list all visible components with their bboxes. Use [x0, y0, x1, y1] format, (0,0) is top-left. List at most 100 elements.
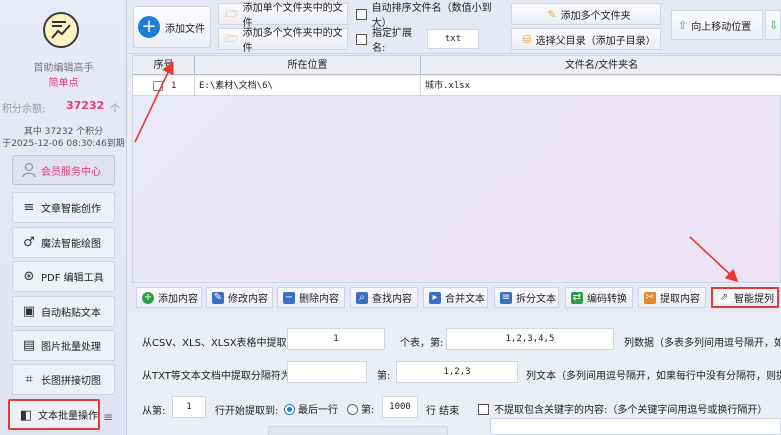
- checkbox[interactable]: [356, 33, 367, 45]
- specify-ext-label: 指定扩展名:: [371, 28, 412, 54]
- radio-unselected[interactable]: [347, 404, 358, 415]
- sidebar-item-text-batch[interactable]: ◧ 文本批量操作: [8, 399, 100, 430]
- folder-icon: 🗁: [225, 31, 239, 45]
- last-row-radio[interactable]: 最后一行: [284, 401, 338, 416]
- member-service-label: 会员服务中心: [41, 166, 101, 178]
- smart-extract-label: 智能提列: [734, 294, 774, 305]
- convert-icon: ⇄: [571, 291, 583, 304]
- txt-columns-hint: 列文本（多列间用逗号隔开，如果每行中没有分隔符，则提取所: [526, 371, 781, 382]
- add-file-button[interactable]: + 添加文件: [133, 6, 211, 48]
- checkbox[interactable]: [478, 404, 489, 415]
- text-batch-icon: ◧: [19, 408, 33, 423]
- encoding-convert-label: 编码转换: [587, 294, 627, 305]
- select-parent-label: 选择父目录（添加子目录）: [535, 35, 656, 47]
- specify-ext-checkbox[interactable]: 指定扩展名:: [350, 28, 425, 54]
- txt-columns-prefix: 第:: [377, 371, 391, 382]
- sidebar-item-pdf[interactable]: ⊛ PDF 编辑工具: [12, 261, 115, 292]
- nth-row-radio[interactable]: 第:: [347, 401, 374, 416]
- select-parent-button[interactable]: ⛁ 选择父目录（添加子目录）: [511, 28, 661, 50]
- find-content-label: 查找内容: [372, 294, 412, 305]
- add-multi-folder-label: 添加多个文件夹中的文件: [242, 28, 343, 54]
- find-content-button[interactable]: ⌕ 查找内容: [350, 287, 418, 308]
- add-multi-folders-button[interactable]: ✎ 添加多个文件夹: [511, 3, 661, 25]
- csv-columns-hint: 列数据（多表多列间用逗号隔开，如:: [624, 338, 781, 349]
- collapse-menu-icon[interactable]: ≡: [103, 410, 113, 424]
- credit-expiry: 于2025-12-06 08:30:46到期: [2, 139, 125, 149]
- smart-extract-button[interactable]: ⇗ 智能提列: [711, 287, 779, 308]
- add-multi-folders-label: 添加多个文件夹: [560, 10, 631, 22]
- sidebar: 首助编辑高手 简单点 积分余额: 37232 个 其中 37232 个积分 于2…: [0, 0, 127, 435]
- file-table: 序号 所在位置 文件名/文件夹名 1 E:\素材\文档\6\ 城市.xlsx: [132, 55, 781, 283]
- row-checkbox[interactable]: [153, 81, 163, 91]
- extract-content-button[interactable]: ✂ 提取内容: [638, 287, 706, 308]
- split-text-button[interactable]: ≡ 拆分文本: [494, 287, 559, 308]
- extension-input[interactable]: txt: [427, 29, 479, 49]
- folder-icon: 🗁: [225, 6, 239, 20]
- edit-icon: ✎: [212, 291, 224, 304]
- add-multi-folder-button[interactable]: 🗁 添加多个文件夹中的文件: [218, 28, 348, 54]
- txt-extract-label: 从TXT等文本文档中提取分隔符为:: [142, 371, 295, 382]
- end-row-input[interactable]: 1000: [382, 396, 418, 418]
- exclude-keywords-checkbox[interactable]: 不提取包含关键字的内容:（多个关键字间用逗号或换行隔开）: [478, 401, 767, 416]
- paste-icon: ▣: [22, 304, 36, 319]
- toolbar: + 添加文件 🗁 添加单个文件夹中的文件 🗁 添加多个文件夹中的文件 自动排序文…: [128, 0, 781, 54]
- table-row[interactable]: 1 E:\素材\文档\6\ 城市.xlsx: [133, 76, 781, 96]
- sidebar-item-drawing[interactable]: ♂ 魔法智能绘图: [12, 227, 115, 258]
- add-single-folder-button[interactable]: 🗁 添加单个文件夹中的文件: [218, 3, 348, 29]
- app-name: 首助编辑高手: [33, 63, 94, 74]
- merge-text-label: 合并文本: [445, 294, 485, 305]
- member-service-button[interactable]: 会员服务中心: [12, 155, 115, 185]
- extract-content-label: 提取内容: [660, 294, 700, 305]
- sidebar-item-article[interactable]: ≡ 文章智能创作: [12, 192, 115, 223]
- credit-unit: 个: [110, 104, 120, 115]
- cell-name: 城市.xlsx: [425, 81, 471, 91]
- add-content-label: 添加内容: [158, 294, 198, 305]
- start-row-label: 从第:: [142, 406, 166, 417]
- sidebar-item-label: 图片批量处理: [41, 342, 101, 353]
- app-logo-icon: [43, 12, 79, 48]
- csv-extract-label: 从CSV、XLS、XLSX表格中提取第:: [142, 338, 300, 349]
- encoding-convert-button[interactable]: ⇄ 编码转换: [565, 287, 633, 308]
- plus-icon: +: [138, 16, 160, 38]
- separator-input[interactable]: [287, 361, 367, 383]
- move-up-label: 向上移动位置: [691, 21, 752, 33]
- merge-icon: ▸: [429, 291, 441, 304]
- sidebar-item-image[interactable]: ▤ 图片批量处理: [12, 330, 115, 361]
- keywords-textarea[interactable]: [490, 418, 781, 435]
- table-header: 序号 所在位置 文件名/文件夹名: [133, 56, 781, 75]
- sidebar-item-paste[interactable]: ▣ 自动粘贴文本: [12, 296, 115, 327]
- radio-selected[interactable]: [284, 404, 295, 415]
- sheet-suffix-label: 个表，第:: [400, 338, 444, 349]
- column-header-name[interactable]: 文件名/文件夹名: [421, 56, 781, 75]
- sidebar-item-label: 文章智能创作: [41, 204, 101, 215]
- split-icon: ≡: [500, 291, 512, 304]
- add-icon: +: [142, 291, 154, 304]
- auto-sort-checkbox[interactable]: 自动排序文件名（数值小到大）: [350, 3, 505, 29]
- column-header-location[interactable]: 所在位置: [195, 56, 421, 75]
- txt-columns-input[interactable]: 1,2,3: [396, 361, 518, 383]
- move-up-button[interactable]: ⇧ 向上移动位置: [671, 10, 763, 40]
- start-row-input[interactable]: 1: [172, 396, 206, 418]
- app-edition: 简单点: [48, 78, 79, 89]
- credit-label: 积分余额:: [2, 104, 46, 115]
- sheet-index-input[interactable]: 1: [287, 328, 385, 350]
- sidebar-item-label: 自动粘贴文本: [41, 308, 101, 319]
- sidebar-item-stitch[interactable]: ⌗ 长图拼接切图: [12, 364, 115, 395]
- last-row-label: 最后一行: [298, 405, 338, 416]
- delete-content-button[interactable]: − 删除内容: [277, 287, 345, 308]
- move-down-button[interactable]: ⇩: [765, 10, 781, 40]
- arrow-up-icon: ⇧: [678, 18, 688, 32]
- delete-content-label: 删除内容: [299, 294, 339, 305]
- add-content-button[interactable]: + 添加内容: [136, 287, 202, 308]
- edit-content-button[interactable]: ✎ 修改内容: [206, 287, 273, 308]
- extract-to-label: 行开始提取到:: [215, 406, 279, 417]
- sidebar-item-label: 文本批量操作: [38, 411, 98, 422]
- merge-text-button[interactable]: ▸ 合并文本: [423, 287, 488, 308]
- sidebar-item-label: PDF 编辑工具: [41, 273, 104, 284]
- checkbox[interactable]: [356, 8, 367, 20]
- credit-value: 37232: [66, 99, 105, 112]
- column-header-index[interactable]: 序号: [133, 56, 195, 75]
- csv-columns-input[interactable]: 1,2,3,4,5: [446, 328, 614, 350]
- sidebar-item-label: 长图拼接切图: [41, 376, 101, 387]
- pencil-icon: ✎: [547, 7, 557, 21]
